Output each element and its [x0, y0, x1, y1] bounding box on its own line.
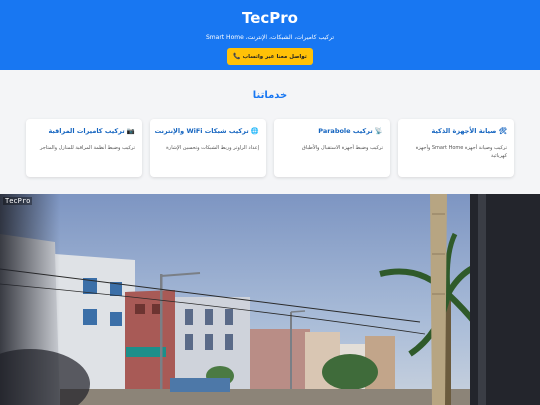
globe-icon: 🌐 [250, 127, 259, 135]
service-card-smart-devices[interactable]: 🛠 صيانة الأجهزة الذكية تركيب وصيانة أجهز… [398, 119, 514, 177]
site-subtitle: تركيب كاميرات، الشبكات، الإنترنت، Smart … [206, 34, 334, 41]
services-title: خدماتنا [252, 90, 288, 101]
whatsapp-contact-button[interactable]: تواصل معنا عبر واتساب 📞 [227, 48, 313, 65]
tools-icon: 🛠 [498, 127, 507, 135]
service-card-title: 🛠 صيانة الأجهزة الذكية [431, 127, 507, 135]
hero-header: TecPro تركيب كاميرات، الشبكات، الإنترنت،… [0, 0, 540, 70]
service-card-cameras[interactable]: 📷 تركيب كاميرات المراقبة تركيب وضبط أنظم… [26, 119, 142, 177]
cta-label: تواصل معنا عبر واتساب [242, 53, 307, 60]
satellite-dish-icon: 📡 [374, 127, 383, 135]
service-card-desc: تركيب وضبط أجهزة الاستقبال والأطباق [301, 145, 383, 151]
service-card-wifi[interactable]: 🌐 تركيب شبكات WiFi والإنترنت إعداد الراو… [150, 119, 266, 177]
service-card-title: 📡 تركيب Parabole [318, 127, 383, 135]
street-photo-image [0, 194, 540, 405]
phone-icon: 📞 [233, 53, 241, 60]
service-card-desc: تركيب وصيانة أجهزة Smart Home وأجهزة كهر… [415, 145, 507, 159]
site-title: TecPro [241, 9, 298, 27]
street-photo: TecPro [0, 194, 540, 405]
service-card-desc: إعداد الراوتر وربط الشبكات وتحسين الإشار… [166, 145, 259, 151]
photo-watermark: TecPro [3, 197, 33, 205]
service-card-parabole[interactable]: 📡 تركيب Parabole تركيب وضبط أجهزة الاستق… [274, 119, 390, 177]
service-card-desc: تركيب وضبط أنظمة المراقبة للمنازل والمتا… [39, 145, 135, 151]
camera-icon: 📷 [126, 127, 135, 135]
service-card-title: 📷 تركيب كاميرات المراقبة [48, 127, 135, 135]
services-section: خدماتنا 🛠 صيانة الأجهزة الذكية تركيب وصي… [0, 70, 540, 194]
service-card-title: 🌐 تركيب شبكات WiFi والإنترنت [154, 127, 259, 135]
